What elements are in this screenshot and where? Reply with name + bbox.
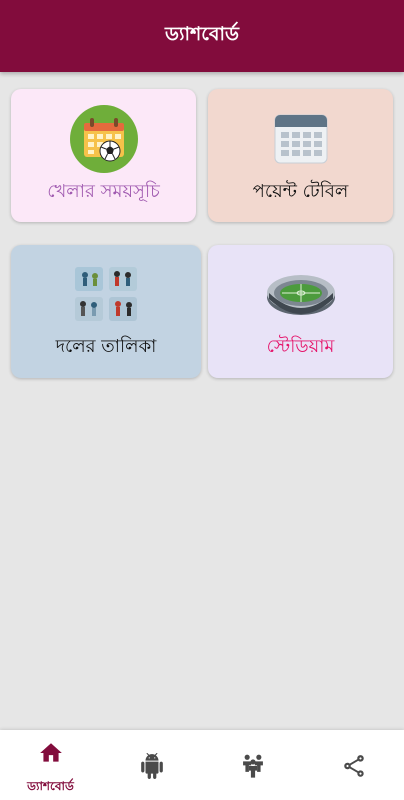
app-bar: ড্যাশবোর্ড: [0, 0, 404, 72]
card-match-schedule[interactable]: খেলার সময়সূচি: [11, 89, 196, 222]
group-icon: [242, 754, 263, 778]
stadium-icon: [265, 267, 337, 323]
nav-label-dashboard: ড্যাশবোর্ড: [27, 779, 74, 793]
nav-share[interactable]: [303, 730, 404, 800]
share-icon: [343, 755, 364, 777]
nav-dashboard[interactable]: ড্যাশবোর্ড: [0, 730, 101, 800]
card-label-match-schedule: খেলার সময়সূচি: [47, 181, 160, 202]
card-stadium[interactable]: স্টেডিয়াম: [208, 245, 393, 378]
card-label-stadium: স্টেডিয়াম: [266, 336, 335, 357]
card-label-points-table: পয়েন্ট টেবিল: [252, 181, 349, 202]
home-icon: [39, 743, 62, 762]
android-icon: [140, 753, 163, 779]
team-players-icon: [73, 265, 139, 327]
bottom-navigation: ড্যাশবোর্ড: [0, 730, 404, 800]
card-points-table[interactable]: পয়েন্ট টেবিল: [208, 89, 393, 222]
calendar-soccer-icon: [69, 105, 138, 177]
card-label-team-list: দলের তালিকা: [55, 336, 157, 357]
page-title: ড্যাশবোর্ড: [165, 23, 239, 45]
card-team-list[interactable]: দলের তালিকা: [11, 245, 201, 378]
calendar-table-icon: [273, 113, 329, 169]
nav-android[interactable]: [101, 730, 202, 800]
nav-teams[interactable]: [202, 730, 303, 800]
